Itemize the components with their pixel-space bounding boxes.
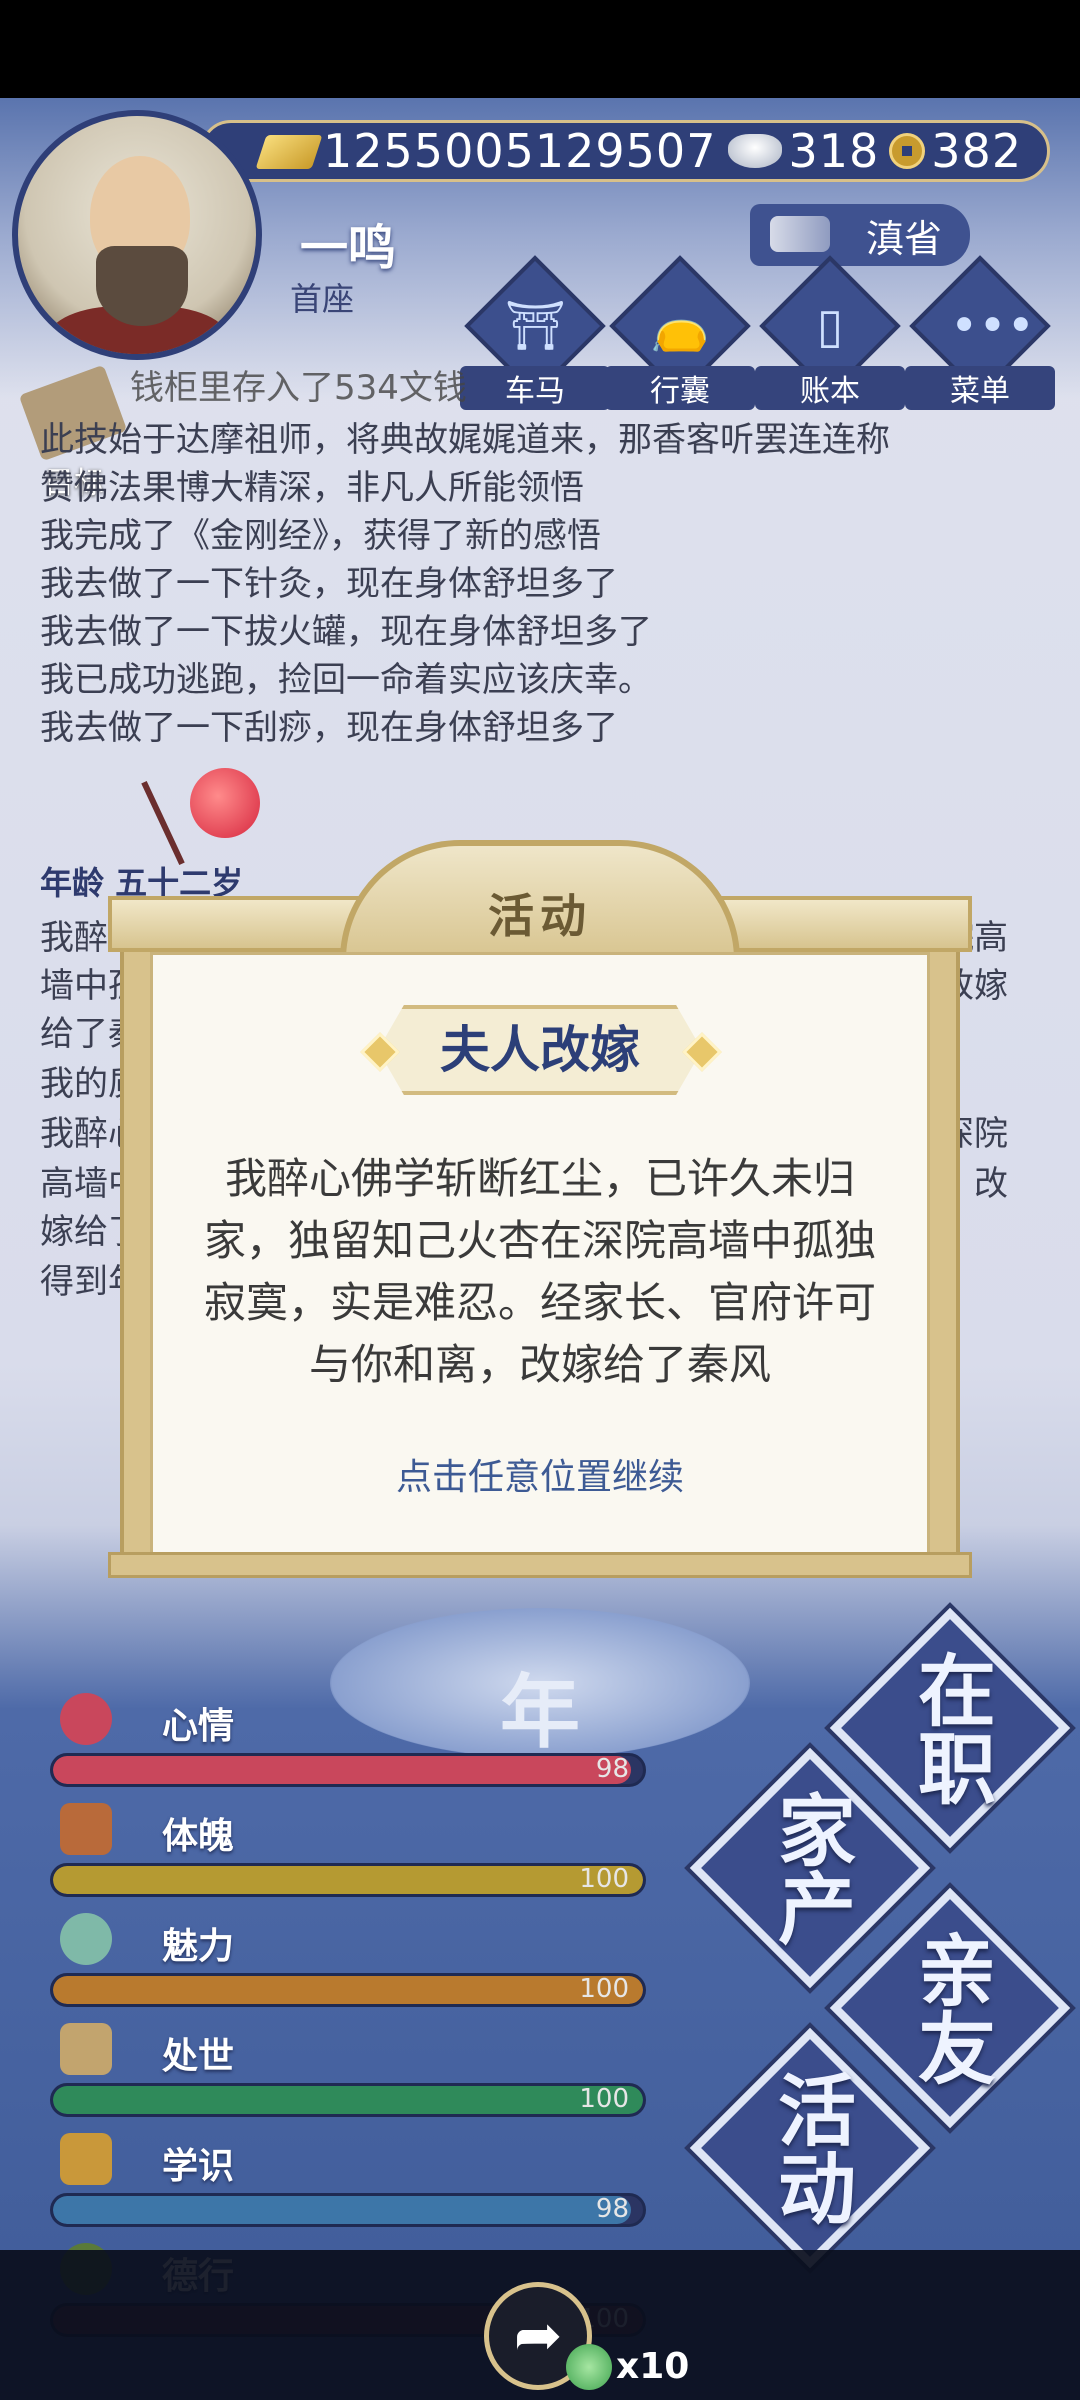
modal-header-title: 活动 <box>488 889 592 943</box>
event-title: 夫人改嫁 <box>440 1021 640 1079</box>
continue-hint[interactable]: 点击任意位置继续 <box>150 1448 930 1500</box>
modal-bottom-bar <box>108 1552 972 1578</box>
event-description: 我醉心佛学斩断红尘，已许久未归家，独留知己火杏在深院高墙中孤独寂寞，实是难忍。经… <box>203 1154 876 1389</box>
